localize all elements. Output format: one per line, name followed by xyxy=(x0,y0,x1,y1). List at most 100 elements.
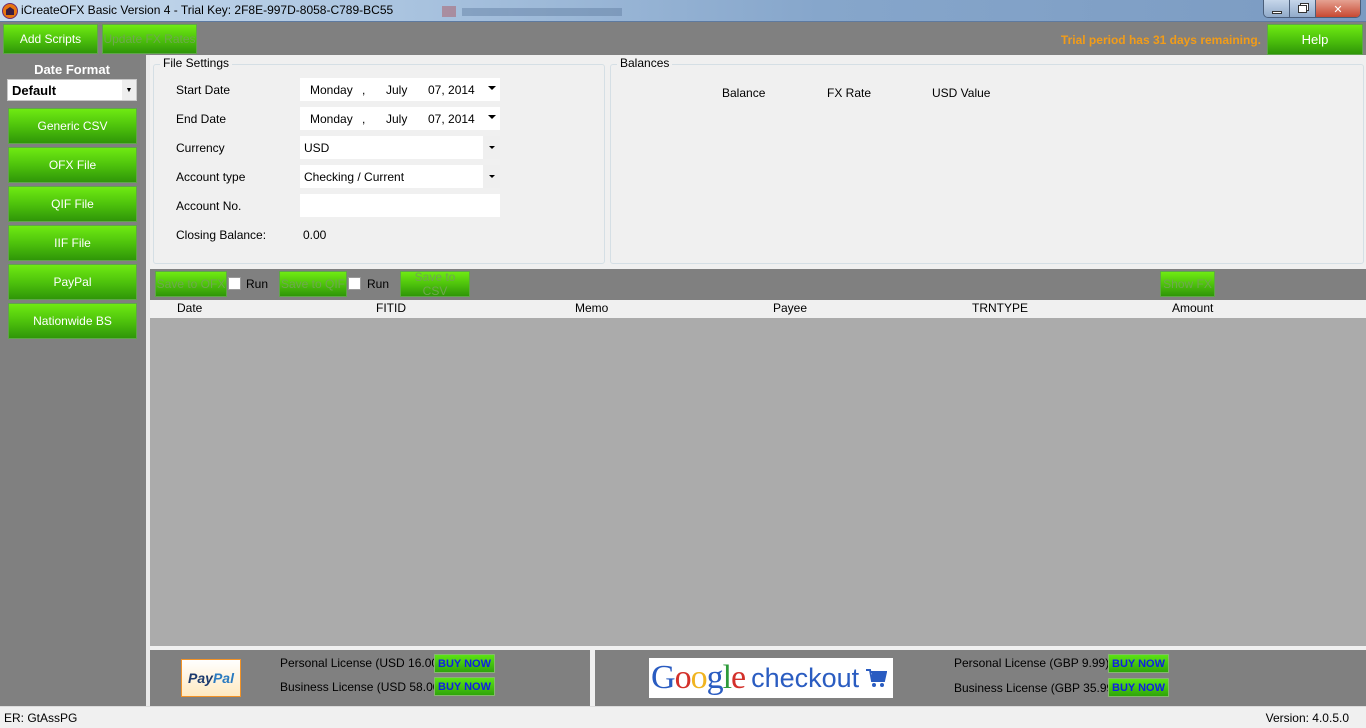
show-fx-button[interactable]: Show FX xyxy=(1160,271,1215,297)
paypal-logo-pal: Pal xyxy=(212,670,234,686)
help-button[interactable]: Help xyxy=(1267,24,1363,55)
sidebar-item-generic-csv[interactable]: Generic CSV xyxy=(8,108,137,144)
end-date-weekday: Monday xyxy=(310,112,353,126)
google-logo-letter: o xyxy=(674,659,692,696)
restore-icon xyxy=(1298,5,1307,13)
google-business-license: Business License (GBP 35.99) xyxy=(954,681,1118,695)
transactions-grid-body[interactable] xyxy=(150,318,1366,646)
shopping-cart-icon xyxy=(866,669,888,687)
balances-col-usd-value: USD Value xyxy=(932,86,991,100)
end-date-day-year: 07, 2014 xyxy=(428,112,475,126)
file-settings-group: File Settings Start Date Monday , July 0… xyxy=(153,56,605,264)
google-personal-buy-button[interactable]: BUY NOW xyxy=(1108,654,1169,673)
top-toolbar: Add Scripts Update FX Rates Trial period… xyxy=(0,23,1366,55)
close-icon: ✕ xyxy=(1333,2,1343,16)
paypal-business-license: Business License (USD 58.00) xyxy=(280,680,444,694)
background-window-ghost xyxy=(442,6,642,18)
col-header-trntype[interactable]: TRNTYPE xyxy=(972,301,1028,315)
start-date-weekday: Monday xyxy=(310,83,353,97)
google-logo-checkout: checkout xyxy=(751,662,860,693)
run-qif-checkbox[interactable] xyxy=(348,277,361,290)
minimize-button[interactable] xyxy=(1264,0,1290,17)
currency-value: USD xyxy=(304,141,330,155)
sidebar-item-nationwide-bs[interactable]: Nationwide BS xyxy=(8,303,137,339)
window-controls: ✕ xyxy=(1263,0,1361,18)
status-version: Version: 4.0.5.0 xyxy=(1265,711,1349,725)
end-date-month: July xyxy=(386,112,408,126)
google-checkout-logo: Google checkout xyxy=(649,658,893,698)
app-bank-icon xyxy=(2,3,18,19)
start-date-picker[interactable]: Monday , July 07, 2014 xyxy=(300,78,500,101)
date-format-value: Default xyxy=(12,83,57,98)
balances-group: Balances Balance FX Rate USD Value xyxy=(610,56,1364,264)
sidebar-item-iif-file[interactable]: IIF File xyxy=(8,225,137,261)
paypal-logo: Pay Pal xyxy=(181,659,241,697)
minimize-icon xyxy=(1271,10,1282,14)
sidebar-item-ofx-file[interactable]: OFX File xyxy=(8,147,137,183)
account-no-label: Account No. xyxy=(176,199,242,213)
close-button[interactable]: ✕ xyxy=(1316,0,1360,17)
closing-balance-label: Closing Balance: xyxy=(176,228,267,242)
start-date-day-year: 07, 2014 xyxy=(428,83,475,97)
date-format-select[interactable]: Default ▼ xyxy=(7,79,137,101)
file-settings-title: File Settings xyxy=(160,56,233,70)
save-to-qif-button[interactable]: Save to QIF xyxy=(279,271,347,297)
currency-select[interactable]: USD xyxy=(300,136,500,159)
transactions-grid-header: Date FITID Memo Payee TRNTYPE Amount xyxy=(150,300,1366,318)
balances-col-balance: Balance xyxy=(722,86,766,100)
paypal-personal-license: Personal License (USD 16.00) xyxy=(280,656,443,670)
closing-balance-value: 0.00 xyxy=(303,228,327,242)
run-qif-label: Run xyxy=(367,277,390,291)
start-date-label: Start Date xyxy=(176,83,231,97)
chevron-down-icon: ▼ xyxy=(122,80,136,100)
google-business-buy-button[interactable]: BUY NOW xyxy=(1108,678,1169,697)
paypal-logo-pay: Pay xyxy=(188,670,213,686)
balances-col-fx-rate: FX Rate xyxy=(827,86,872,100)
trial-message: Trial period has 31 days remaining. xyxy=(1060,33,1261,47)
google-logo-letter: G xyxy=(651,659,676,696)
title-bar: iCreateOFX Basic Version 4 - Trial Key: … xyxy=(0,0,1366,22)
account-type-label: Account type xyxy=(176,170,246,184)
app-window: iCreateOFX Basic Version 4 - Trial Key: … xyxy=(0,0,1366,728)
google-logo-letter: e xyxy=(731,659,746,696)
restore-button[interactable] xyxy=(1290,0,1316,17)
save-to-csv-button[interactable]: Save to CSV xyxy=(400,270,470,298)
col-header-memo[interactable]: Memo xyxy=(575,301,608,315)
save-to-ofx-button[interactable]: Save to OFX xyxy=(155,271,227,297)
account-type-dropdown-button[interactable] xyxy=(483,165,500,188)
action-bar: Save to OFX Run Save to QIF Run Save to … xyxy=(150,269,1366,300)
google-logo-letter: l xyxy=(722,659,733,696)
start-date-sep: , xyxy=(362,83,366,97)
col-header-date[interactable]: Date xyxy=(177,301,202,315)
add-scripts-button[interactable]: Add Scripts xyxy=(3,24,98,54)
col-header-payee[interactable]: Payee xyxy=(773,301,807,315)
settings-area: File Settings Start Date Monday , July 0… xyxy=(150,55,1366,269)
start-date-month: July xyxy=(386,83,408,97)
window-title: iCreateOFX Basic Version 4 - Trial Key: … xyxy=(21,3,394,17)
chevron-down-icon xyxy=(488,115,496,119)
currency-label: Currency xyxy=(176,141,225,155)
google-personal-license: Personal License (GBP 9.99) xyxy=(954,656,1110,670)
paypal-business-buy-button[interactable]: BUY NOW xyxy=(434,677,495,696)
account-type-value: Checking / Current xyxy=(304,170,405,184)
account-type-select[interactable]: Checking / Current xyxy=(300,165,500,188)
update-fx-rates-button[interactable]: Update FX Rates xyxy=(102,24,197,54)
end-date-picker[interactable]: Monday , July 07, 2014 xyxy=(300,107,500,130)
chevron-down-icon xyxy=(489,175,495,178)
col-header-amount[interactable]: Amount xyxy=(1172,301,1213,315)
paypal-personal-buy-button[interactable]: BUY NOW xyxy=(434,654,495,673)
sidebar-item-paypal[interactable]: PayPal xyxy=(8,264,137,300)
currency-dropdown-button[interactable] xyxy=(483,136,500,159)
col-header-fitid[interactable]: FITID xyxy=(376,301,406,315)
google-logo-letter: o xyxy=(690,659,708,696)
status-bar: ER: GtAssPG Version: 4.0.5.0 xyxy=(0,706,1366,728)
sidebar-item-qif-file[interactable]: QIF File xyxy=(8,186,137,222)
run-ofx-checkbox[interactable] xyxy=(228,277,241,290)
run-ofx-label: Run xyxy=(246,277,269,291)
chevron-down-icon xyxy=(489,146,495,149)
google-logo-letter: g xyxy=(706,659,724,696)
end-date-sep: , xyxy=(362,112,366,126)
sidebar: Date Format Default ▼ Generic CSV OFX Fi… xyxy=(0,55,146,706)
account-no-input[interactable] xyxy=(300,194,500,217)
chevron-down-icon xyxy=(488,86,496,90)
